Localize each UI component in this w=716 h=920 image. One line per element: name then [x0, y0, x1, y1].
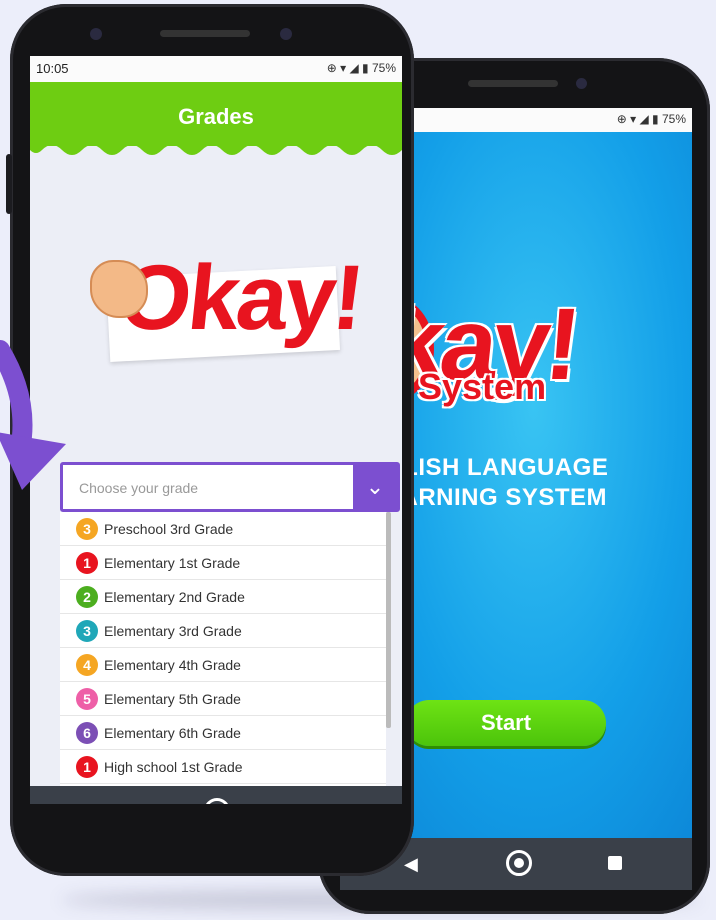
back-logo-subtitle: System	[418, 366, 547, 407]
grade-option-label: Elementary 5th Grade	[104, 690, 241, 707]
back-phone-speaker	[468, 80, 558, 87]
back-phone-camera-icon	[576, 78, 587, 89]
grade-badge: 1	[76, 755, 98, 778]
front-phone-sensor-icon	[280, 28, 292, 40]
grade-option-label: Elementary 6th Grade	[104, 724, 241, 741]
header-wave-edge	[30, 144, 402, 155]
back-nav-recent-icon[interactable]	[608, 856, 622, 870]
thumbs-up-icon	[90, 260, 148, 318]
grade-option-label: Elementary 4th Grade	[104, 656, 241, 673]
back-nav-home-icon[interactable]	[506, 850, 532, 876]
grade-badge: 1	[76, 551, 98, 574]
tagline-line-2: EARNING SYSTEM	[384, 484, 608, 511]
grade-option[interactable]: 3 Preschool 3rd Grade	[60, 512, 386, 546]
start-button[interactable]: Start	[406, 700, 606, 746]
grade-option[interactable]: 4 Elementary 4th Grade	[60, 648, 386, 682]
grade-dropdown-list[interactable]: 3 Preschool 3rd Grade 1 Elementary 1st Grad…	[60, 512, 386, 788]
page-title: Grades	[178, 104, 254, 129]
grade-badge: 2	[76, 585, 98, 608]
volume-button	[6, 154, 12, 214]
grade-badge: 3	[76, 517, 98, 540]
nav-back-icon[interactable]: ◀	[110, 802, 124, 804]
grade-option-label: High school 1st Grade	[104, 758, 243, 775]
curved-arrow-icon	[0, 340, 66, 490]
grade-badge: 3	[76, 619, 98, 642]
grade-select[interactable]: Choose your grade ⌄	[60, 462, 400, 512]
front-phone-speaker	[160, 30, 250, 37]
grades-header: Grades	[30, 82, 402, 146]
grade-option[interactable]: 2 Elementary 2nd Grade	[60, 580, 386, 614]
signal-icon: ⊕ ▾ ◢ ▮	[326, 61, 372, 75]
front-status-bar: 10:05 ⊕ ▾ ◢ ▮ 75%	[30, 56, 402, 82]
front-phone-camera-icon	[90, 28, 102, 40]
grade-option-label: Preschool 3rd Grade	[104, 520, 234, 537]
back-battery-level: 75%	[661, 112, 686, 126]
grade-list-scrollbar[interactable]	[386, 512, 391, 728]
front-battery-level: 75%	[371, 61, 396, 75]
grade-option[interactable]: 1 High school 1st Grade	[60, 750, 386, 784]
grade-option[interactable]: 1 Elementary 1st Grade	[60, 546, 386, 580]
back-nav-back-icon[interactable]: ◀	[404, 854, 418, 875]
grade-badge: 4	[76, 653, 98, 676]
grade-option-label: Elementary 1st Grade	[104, 554, 241, 571]
grade-option-label: Elementary 3rd Grade	[104, 622, 242, 639]
grade-option[interactable]: 6 Elementary 6th Grade	[60, 716, 386, 750]
nav-home-icon[interactable]	[204, 798, 230, 804]
grade-badge: 5	[76, 687, 98, 710]
grade-option[interactable]: 3 Elementary 3rd Grade	[60, 614, 386, 648]
front-nav-bar: ◀	[30, 786, 402, 804]
okay-logo: Okay!	[90, 247, 370, 366]
grade-select-placeholder: Choose your grade	[79, 480, 199, 496]
status-time: 10:05	[36, 61, 69, 76]
chevron-down-icon[interactable]: ⌄	[353, 465, 397, 509]
signal-icon: ⊕ ▾ ◢ ▮	[616, 112, 662, 126]
logo-text: Okay!	[114, 247, 367, 349]
grade-option[interactable]: 5 Elementary 5th Grade	[60, 682, 386, 716]
grade-badge: 6	[76, 721, 98, 744]
back-status-right: ⊕ ▾ ◢ ▮ 75%	[617, 112, 686, 126]
front-status-right: ⊕ ▾ ◢ ▮ 75%	[327, 61, 396, 75]
tagline-line-1: GLISH LANGUAGE	[384, 454, 609, 481]
grade-option-label: Elementary 2nd Grade	[104, 588, 245, 605]
